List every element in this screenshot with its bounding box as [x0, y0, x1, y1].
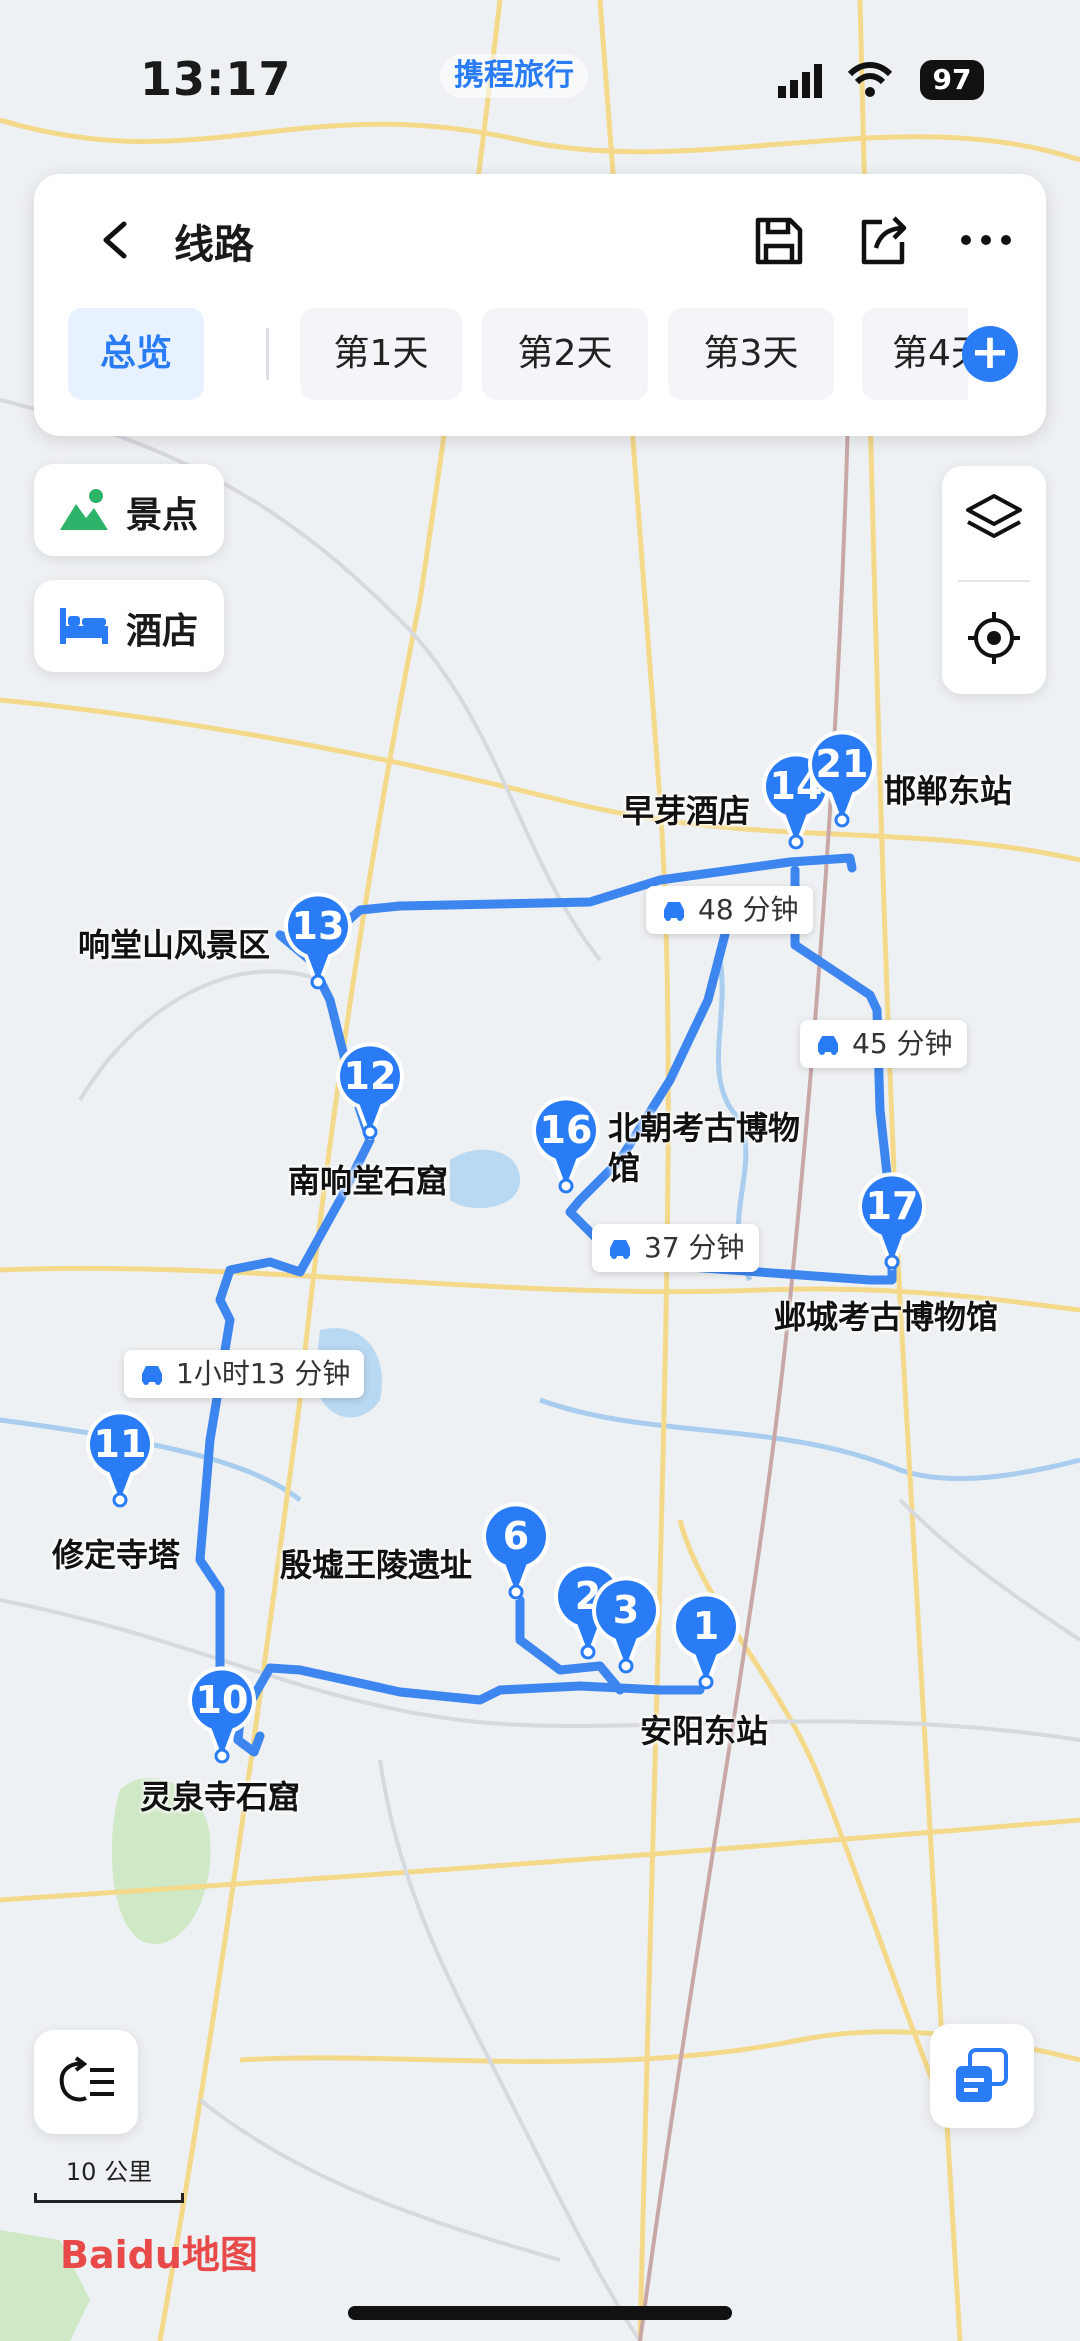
- duration-label: 37 分钟: [644, 1231, 745, 1264]
- marker-number: 11: [93, 1422, 147, 1466]
- switch-view-button[interactable]: [930, 2024, 1034, 2128]
- hotels-filter-button[interactable]: 酒店: [34, 580, 224, 672]
- place-label: 殷墟王陵遗址: [280, 1546, 473, 1584]
- duration-badge: 48 分钟: [646, 886, 813, 934]
- locate-icon: [968, 612, 1020, 664]
- bed-icon: [60, 608, 108, 644]
- marker-number: 17: [865, 1184, 919, 1228]
- page-title: 线路: [174, 222, 254, 268]
- duration-label: 45 分钟: [852, 1027, 953, 1060]
- poi-marker-3[interactable]: 3: [590, 1574, 662, 1678]
- tab-day3[interactable]: 第3天: [668, 308, 834, 400]
- tab-day1[interactable]: 第1天: [300, 308, 462, 400]
- back-button[interactable]: [84, 210, 144, 270]
- car-icon: [142, 1366, 162, 1385]
- poi-marker-12[interactable]: 12: [334, 1040, 406, 1144]
- duration-badge: 45 分钟: [800, 1020, 967, 1068]
- place-label: 早芽酒店: [622, 792, 751, 830]
- duration-badge: 37 分钟: [592, 1224, 759, 1272]
- spots-filter-button[interactable]: 景点: [34, 464, 224, 556]
- place-label: 邺城考古博物馆: [774, 1298, 999, 1336]
- wifi-icon: [846, 60, 894, 104]
- layers-button[interactable]: [964, 488, 1024, 548]
- car-icon: [818, 1036, 838, 1055]
- scale-label: 10 公里: [65, 2158, 153, 2186]
- hotels-filter-label: 酒店: [126, 611, 199, 652]
- locate-button[interactable]: [964, 608, 1024, 668]
- lake: [450, 1149, 520, 1209]
- baidu-logo: Baidu地图: [60, 2233, 258, 2277]
- route-header-card: 线路 总览 第1天 第2天 第3天 第4天 +: [34, 174, 1046, 436]
- mountain-icon: [60, 489, 108, 530]
- place-label: 邯郸东站: [884, 772, 1013, 810]
- more-icon[interactable]: [956, 210, 1016, 270]
- map-scale: 10 公里: [34, 2152, 184, 2203]
- marker-number: 13: [291, 904, 345, 948]
- status-time: 13:17: [140, 52, 292, 106]
- route-list-icon: [59, 2056, 114, 2102]
- poi-marker-6[interactable]: 6: [480, 1500, 552, 1604]
- marker-number: 12: [343, 1054, 397, 1098]
- duration-label: 48 分钟: [698, 893, 799, 926]
- route-list-button[interactable]: [34, 2030, 138, 2134]
- marker-number: 3: [612, 1588, 640, 1632]
- car-icon: [664, 902, 684, 921]
- add-day-button[interactable]: +: [962, 326, 1018, 382]
- app-badge[interactable]: 携程旅行: [440, 54, 588, 98]
- app-badge-label: 携程旅行: [454, 58, 574, 93]
- poi-marker-13[interactable]: 13: [282, 890, 354, 994]
- battery-indicator: 97: [920, 60, 984, 100]
- marker-number: 16: [539, 1108, 593, 1152]
- poi-marker-1[interactable]: 1: [670, 1590, 742, 1694]
- layers-icon: [966, 494, 1022, 538]
- marker-number: 6: [502, 1514, 530, 1558]
- car-icon: [610, 1240, 630, 1259]
- duration-badge: 1小时13 分钟: [124, 1350, 365, 1398]
- switch-view-icon: [956, 2048, 1008, 2102]
- place-label: 灵泉寺石窟: [140, 1778, 301, 1816]
- place-label: 修定寺塔: [52, 1536, 181, 1574]
- poi-marker-16[interactable]: 16: [530, 1094, 602, 1198]
- tab-day2[interactable]: 第2天: [482, 308, 648, 400]
- tab-day4[interactable]: 第4天: [862, 308, 968, 400]
- poi-marker-21[interactable]: 21: [806, 728, 878, 832]
- duration-label: 1小时13 分钟: [176, 1357, 351, 1390]
- tab-divider: [266, 328, 269, 380]
- day-tabs: 总览 第1天 第2天 第3天 第4天: [68, 308, 968, 404]
- place-label: 响堂山风景区: [78, 926, 271, 964]
- marker-number: 1: [692, 1604, 720, 1648]
- share-icon[interactable]: [852, 210, 912, 270]
- marker-number: 10: [195, 1678, 249, 1722]
- home-indicator: [348, 2306, 732, 2320]
- signal-icon: [778, 62, 834, 102]
- poi-marker-10[interactable]: 10: [186, 1664, 258, 1768]
- spots-filter-label: 景点: [126, 495, 199, 536]
- scale-bar: [34, 2193, 184, 2203]
- poi-marker-11[interactable]: 11: [84, 1408, 156, 1512]
- place-label: 南响堂石窟: [288, 1162, 449, 1200]
- map-controls: [942, 466, 1046, 694]
- place-label-text: 北朝考古博物馆: [608, 1109, 801, 1187]
- control-divider: [958, 580, 1030, 582]
- poi-marker-17[interactable]: 17: [856, 1170, 928, 1274]
- save-icon[interactable]: [748, 210, 808, 270]
- place-label: 北朝考古博物馆: [608, 1108, 808, 1188]
- place-label: 安阳东站: [640, 1712, 769, 1750]
- tab-overview[interactable]: 总览: [68, 308, 204, 400]
- marker-number: 21: [815, 742, 869, 786]
